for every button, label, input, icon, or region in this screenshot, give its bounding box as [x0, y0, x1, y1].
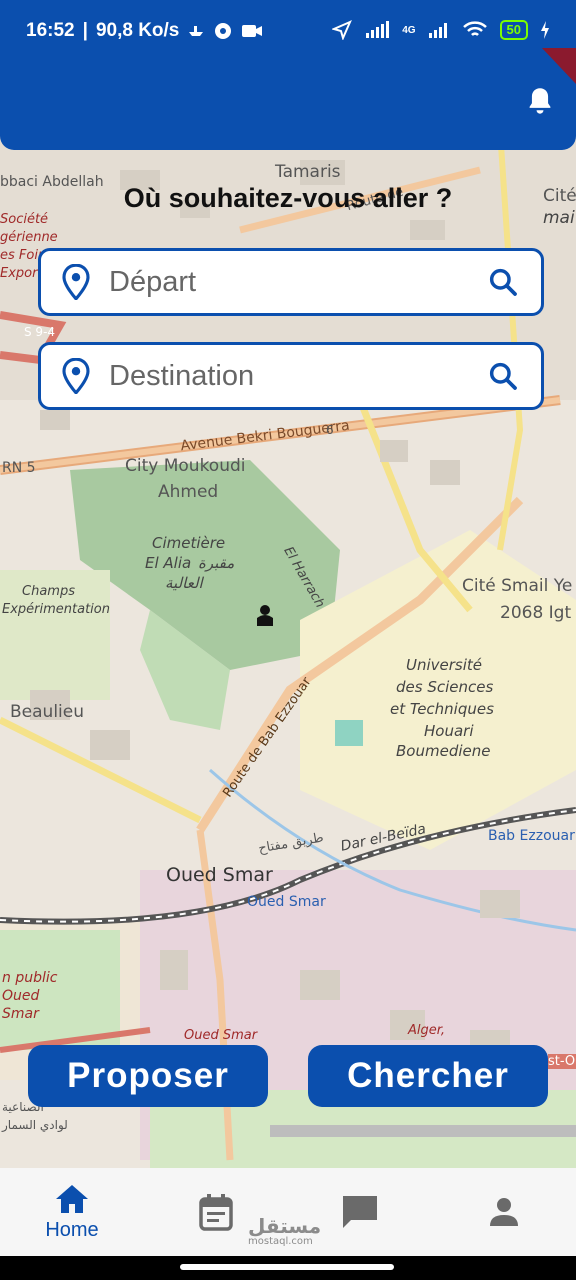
person-icon [490, 1198, 518, 1226]
status-bar-right: 4G 50 [332, 20, 550, 40]
map-label: et Techniques [390, 700, 494, 718]
map-label: 6 [326, 423, 334, 437]
battery-indicator: 50 [499, 20, 528, 40]
debug-corner-badge [542, 48, 576, 84]
nav-label-home: Home [45, 1218, 99, 1241]
location-arrow-icon [332, 20, 353, 40]
status-bar-left: 16:52 | 90,8 Ko/s [26, 20, 263, 42]
map-label: Oued Smar [247, 894, 326, 910]
destination-input[interactable] [109, 345, 487, 407]
map-label: Boumediene [396, 742, 491, 760]
departure-field[interactable] [38, 248, 544, 316]
map-label: n public [2, 970, 58, 986]
map-label: RN 5 [2, 460, 36, 476]
map-label: Expérimentation [2, 602, 110, 617]
map-label: Alger, [408, 1023, 446, 1038]
map-label: لوادي السمار [2, 1118, 68, 1132]
nav-item-home[interactable]: Home [0, 1168, 144, 1256]
map-label: Cité Smail Ye [462, 576, 573, 596]
map-label: العالية [165, 574, 203, 592]
network-type: 4G [402, 24, 416, 36]
nav-item-profile[interactable] [432, 1168, 576, 1256]
map-label: Tamaris [275, 162, 341, 182]
boat-icon [189, 26, 204, 36]
map-label: City Moukoudi [125, 456, 246, 476]
charging-icon [541, 21, 549, 39]
watermark-sub: mostaql.com [248, 1236, 313, 1247]
map-label: Oued Smar [166, 864, 273, 886]
status-speed: 90,8 Ko/s [95, 20, 180, 41]
map-label: Champs [22, 584, 75, 599]
watermark: مستقل mostaql.com [248, 1214, 321, 1247]
status-time: 16:52 [26, 20, 75, 41]
search-button[interactable]: Chercher [308, 1045, 548, 1107]
map-label: es Foir [0, 248, 44, 263]
map-label: 2068 Igt [500, 603, 572, 623]
signal-icon [366, 21, 390, 38]
map-label: S 9-4 [24, 325, 56, 339]
map-label: Société [0, 212, 49, 227]
map-label: El Alia [145, 554, 192, 572]
map-label: gérienne [0, 230, 58, 245]
home-icon [56, 1184, 88, 1213]
gesture-handle[interactable] [180, 1264, 394, 1270]
map-label: Oued Smar [184, 1028, 258, 1043]
watermark-text: مستقل [248, 1214, 322, 1238]
page-title: Où souhaitez-vous aller ? [123, 183, 453, 213]
app-icon [215, 23, 232, 39]
signal-icon-2 [428, 23, 447, 38]
map-label: Ahmed [158, 482, 219, 502]
search-icon[interactable] [487, 360, 519, 392]
app-header: 16:52 | 90,8 Ko/s 4G 50 [0, 0, 576, 150]
map-label: Houari [424, 722, 474, 740]
video-icon [242, 25, 263, 37]
search-icon[interactable] [487, 266, 519, 298]
map-label: Smar [2, 1006, 39, 1022]
bell-icon[interactable] [526, 86, 554, 116]
map-label: مقبرة [198, 554, 235, 572]
chat-icon [343, 1196, 377, 1228]
map-label: st-Oue [548, 1054, 576, 1069]
gesture-bar [0, 1256, 576, 1280]
location-pin-icon [62, 358, 90, 394]
location-pin-icon [62, 264, 90, 300]
departure-input[interactable] [109, 251, 487, 313]
wifi-icon [462, 21, 487, 36]
map-label: Beaulieu [10, 702, 84, 722]
propose-button[interactable]: Proposer [28, 1045, 268, 1107]
map-label: Cimetière [152, 534, 226, 552]
map-label: Bab Ezzouar [488, 828, 575, 844]
map-label: Université [406, 656, 483, 674]
status-separator: | [82, 20, 88, 41]
calendar-icon [199, 1194, 233, 1231]
map-label: Oued [2, 988, 40, 1004]
destination-field[interactable] [38, 342, 544, 410]
map-label: des Sciences [396, 678, 494, 696]
